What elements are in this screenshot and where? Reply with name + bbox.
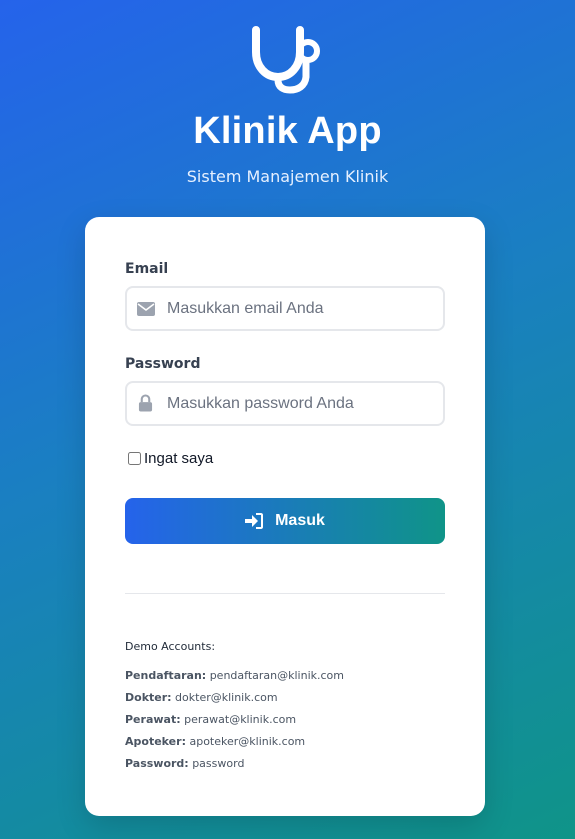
login-card: Email Password Ingat saya Masuk Demo Acc…: [85, 217, 485, 816]
password-field-wrapper: [125, 381, 445, 426]
app-subtitle: Sistem Manajemen Klinik: [186, 167, 389, 186]
envelope-icon: [137, 302, 155, 316]
demo-account-value: password: [192, 757, 245, 770]
stethoscope-icon: [252, 26, 320, 94]
login-button-label: Masuk: [275, 512, 325, 529]
remember-checkbox[interactable]: [128, 452, 141, 465]
demo-accounts-title: Demo Accounts:: [125, 640, 216, 653]
login-button[interactable]: Masuk: [125, 498, 445, 544]
demo-account-item: Apoteker: apoteker@klinik.com: [125, 734, 344, 756]
remember-me[interactable]: Ingat saya: [128, 450, 213, 467]
password-label: Password: [125, 356, 201, 372]
divider: [125, 593, 445, 594]
demo-account-role: Pendaftaran:: [125, 669, 207, 682]
demo-accounts-list: Pendaftaran: pendaftaran@klinik.com Dokt…: [125, 668, 344, 778]
demo-account-role: Perawat:: [125, 713, 181, 726]
password-input[interactable]: [167, 383, 437, 424]
demo-account-item: Pendaftaran: pendaftaran@klinik.com: [125, 668, 344, 690]
sign-in-icon: [245, 513, 264, 529]
demo-account-item: Perawat: perawat@klinik.com: [125, 712, 344, 734]
demo-account-value: pendaftaran@klinik.com: [209, 669, 344, 682]
lock-icon: [138, 394, 153, 412]
demo-account-value: apoteker@klinik.com: [189, 735, 306, 748]
demo-account-role: Password:: [125, 757, 189, 770]
email-field-wrapper: [125, 286, 445, 331]
demo-account-item: Password: password: [125, 756, 344, 778]
demo-account-value: perawat@klinik.com: [184, 713, 297, 726]
email-label: Email: [125, 261, 169, 277]
demo-account-role: Apoteker:: [125, 735, 186, 748]
demo-account-item: Dokter: dokter@klinik.com: [125, 690, 344, 712]
email-input[interactable]: [167, 288, 437, 329]
demo-account-value: dokter@klinik.com: [175, 691, 278, 704]
remember-label: Ingat saya: [144, 450, 214, 467]
app-title: Klinik App: [193, 110, 382, 152]
demo-account-role: Dokter:: [125, 691, 172, 704]
